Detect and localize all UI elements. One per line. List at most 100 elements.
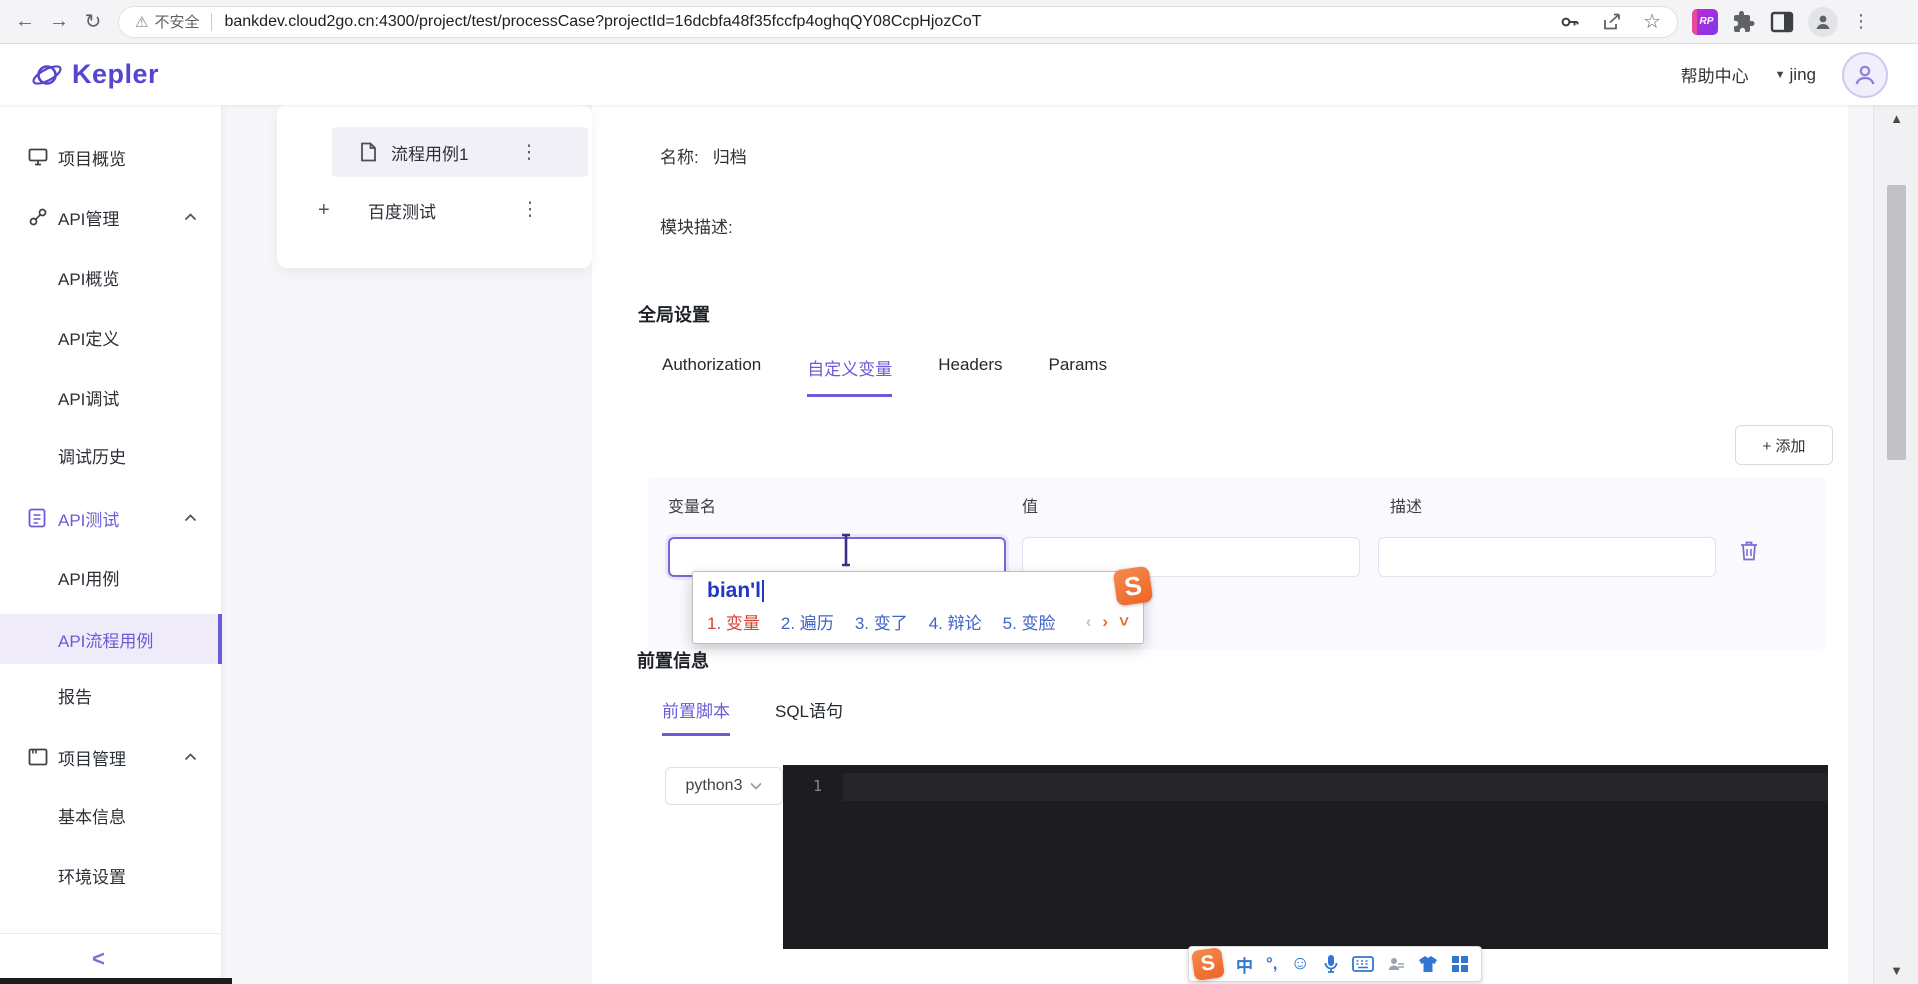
language-select-value: python3	[685, 777, 743, 794]
delete-row-icon[interactable]	[1738, 539, 1760, 563]
app-header: Kepler 帮助中心 ▼ jing	[0, 44, 1918, 105]
extensions-puzzle-icon[interactable]	[1732, 10, 1756, 34]
tab-custom-variables[interactable]: 自定义变量	[807, 355, 893, 397]
sidebar-item-api-debug[interactable]: API调试	[0, 373, 222, 421]
sidebar-item-env-settings[interactable]: 环境设置	[0, 851, 222, 899]
editor-line-number: 1	[813, 777, 823, 795]
ime-toolbar: S 中 °, ☺	[1188, 946, 1482, 982]
expand-plus-icon[interactable]: +	[318, 199, 330, 222]
module-desc-label: 模块描述:	[660, 218, 733, 237]
tab-authorization[interactable]: Authorization	[662, 355, 761, 397]
ime-punctuation-icon[interactable]: °,	[1266, 954, 1278, 974]
avatar[interactable]	[1842, 51, 1888, 98]
browser-menu-icon[interactable]: ⋮	[1852, 11, 1870, 32]
ime-emoji-icon[interactable]: ☺	[1291, 953, 1310, 975]
pre-info-tabs: 前置脚本 SQL语句	[662, 697, 843, 736]
sogou-logo: S	[1112, 565, 1154, 607]
user-menu[interactable]: ▼ jing	[1775, 65, 1816, 85]
security-label: 不安全	[154, 14, 200, 31]
ime-account-icon[interactable]	[1387, 955, 1405, 973]
scrollbar-thumb[interactable]	[1887, 185, 1906, 460]
chevron-down-icon	[750, 782, 763, 790]
script-code-editor[interactable]: 1	[783, 765, 1828, 949]
api-link-icon	[28, 207, 48, 227]
sidebar-group-project-management[interactable]: 项目管理	[0, 733, 222, 781]
scroll-up-icon[interactable]: ▲	[1874, 111, 1918, 126]
tree-item-baidu-test[interactable]: + 百度测试	[277, 185, 592, 235]
ime-candidate-5[interactable]: 5. 变脸	[1003, 609, 1056, 634]
sidebar-item-project-overview[interactable]: 项目概览	[0, 133, 222, 181]
main-content: 名称: 归档 模块描述: 全局设置 Authorization 自定义变量 He…	[592, 105, 1848, 984]
ime-keyboard-icon[interactable]	[1352, 956, 1374, 972]
ime-candidate-popup: bian'l 1. 变量 2. 遍历 3. 变了 4. 辩论 5. 变脸 ‹ ›…	[692, 565, 1154, 644]
url-text[interactable]: bankdev.cloud2go.cn:4300/project/test/pr…	[224, 13, 1547, 31]
sogou-logo[interactable]: S	[1191, 947, 1225, 981]
ime-mic-icon[interactable]	[1323, 954, 1339, 974]
back-icon[interactable]: ←	[8, 5, 42, 39]
ime-candidate-4[interactable]: 4. 辩论	[929, 609, 982, 634]
ime-mode-chinese[interactable]: 中	[1236, 952, 1253, 977]
tree-item-1-menu-icon[interactable]: ⋮	[519, 141, 539, 164]
text-cursor-icon	[838, 533, 854, 572]
monitor-icon	[28, 148, 48, 166]
video-frame-edge	[0, 978, 232, 984]
sidebar-item-basic-info[interactable]: 基本信息	[0, 791, 222, 839]
security-warning-icon[interactable]: ⚠	[135, 13, 148, 31]
ime-toolbox-icon[interactable]	[1451, 955, 1469, 973]
planet-icon	[32, 64, 62, 85]
test-doc-icon	[28, 508, 48, 528]
global-settings-title: 全局设置	[638, 305, 710, 325]
reload-icon[interactable]: ↻	[76, 5, 110, 39]
column-variable-name: 变量名	[668, 499, 717, 516]
ime-fold-icon[interactable]: ˅	[1119, 612, 1129, 632]
sidebar-group-api-management[interactable]: API管理	[0, 193, 222, 241]
name-value: 归档	[712, 148, 747, 167]
name-label: 名称:	[660, 148, 699, 167]
ime-caret	[762, 580, 764, 602]
sidebar-item-api-overview[interactable]: API概览	[0, 253, 222, 301]
ime-skin-icon[interactable]	[1418, 955, 1438, 973]
variable-description-input[interactable]	[1378, 537, 1716, 577]
sidebar: 项目概览 API管理 API概览 API定义 API调试 调试历史 API测试 …	[0, 105, 222, 984]
tab-sql-statement[interactable]: SQL语句	[775, 697, 843, 736]
scroll-down-icon[interactable]: ▼	[1874, 963, 1918, 978]
password-key-icon[interactable]	[1559, 11, 1581, 33]
tab-headers[interactable]: Headers	[938, 355, 1002, 397]
caret-down-icon: ▼	[1774, 68, 1786, 81]
chevron-up-icon	[184, 514, 197, 522]
bookmark-star-icon[interactable]: ☆	[1643, 12, 1661, 32]
sidebar-group-api-test[interactable]: API测试	[0, 494, 222, 542]
omnibox-divider	[211, 12, 213, 31]
help-center-link[interactable]: 帮助中心	[1681, 62, 1749, 87]
sidebar-item-api-process-case[interactable]: API流程用例	[0, 614, 222, 664]
sidebar-item-report[interactable]: 报告	[0, 671, 222, 719]
ime-candidate-2[interactable]: 2. 遍历	[781, 609, 834, 634]
tree-item-process-case-1[interactable]: 流程用例1	[332, 127, 588, 177]
side-panel-icon[interactable]	[1770, 11, 1794, 33]
ime-next-page-icon[interactable]: ›	[1102, 612, 1108, 632]
page-scrollbar[interactable]: ▲ ▼	[1873, 105, 1918, 984]
ime-candidate-3[interactable]: 3. 变了	[855, 609, 908, 634]
pre-info-title: 前置信息	[637, 651, 709, 671]
tree-item-2-menu-icon[interactable]: ⋮	[520, 198, 540, 221]
browser-toolbar: ← → ↻ ⚠ 不安全 bankdev.cloud2go.cn:4300/pro…	[0, 0, 1918, 44]
sidebar-collapse[interactable]: <	[0, 933, 222, 984]
sidebar-item-api-definition[interactable]: API定义	[0, 313, 222, 361]
browser-profile-icon[interactable]	[1808, 6, 1838, 37]
ime-candidate-1[interactable]: 1. 变量	[707, 609, 760, 634]
tab-params[interactable]: Params	[1049, 355, 1108, 397]
forward-icon[interactable]: →	[42, 5, 76, 39]
address-bar[interactable]: ⚠ 不安全 bankdev.cloud2go.cn:4300/project/t…	[118, 5, 1678, 38]
share-icon[interactable]	[1601, 11, 1623, 33]
ime-prev-page-icon[interactable]: ‹	[1086, 612, 1092, 632]
sidebar-item-api-case[interactable]: API用例	[0, 553, 222, 601]
kepler-logo[interactable]: Kepler	[30, 58, 159, 92]
add-variable-button[interactable]: + 添加	[1735, 425, 1833, 465]
sidebar-item-debug-history[interactable]: 调试历史	[0, 431, 222, 479]
brand-name: Kepler	[72, 59, 160, 89]
project-window-icon	[28, 748, 48, 766]
rp-extension-icon[interactable]: RP	[1692, 8, 1718, 35]
global-settings-tabs: Authorization 自定义变量 Headers Params	[662, 355, 1107, 397]
language-select[interactable]: python3	[665, 767, 783, 805]
tab-pre-script[interactable]: 前置脚本	[662, 697, 730, 736]
